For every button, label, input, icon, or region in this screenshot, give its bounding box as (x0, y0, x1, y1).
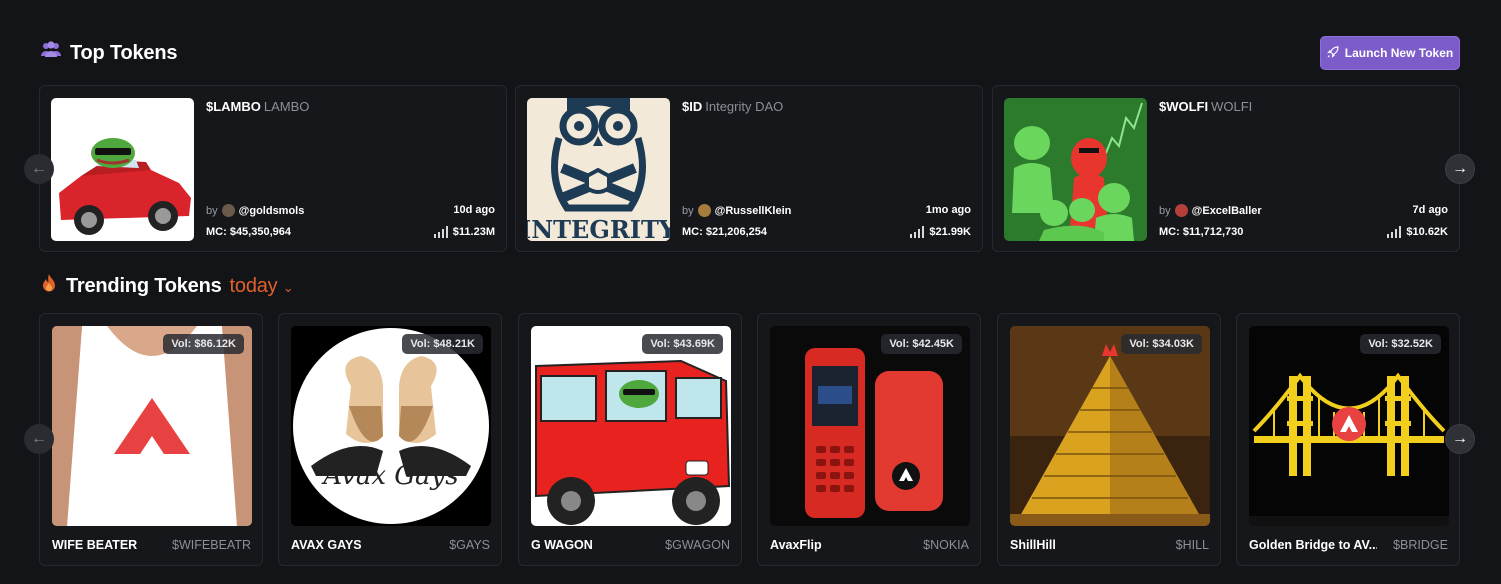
volume-badge: Vol: $86.12K (163, 334, 244, 354)
volume-badge: Vol: $48.21K (402, 334, 483, 354)
volume-badge: Vol: $43.69K (642, 334, 723, 354)
launch-button-label: Launch New Token (1344, 46, 1454, 60)
token-age: 7d ago (1412, 204, 1448, 216)
volume-badge: Vol: $42.45K (881, 334, 962, 354)
trending-token-card[interactable]: Vol: $43.69K G WAGON $GWAGON (518, 313, 742, 566)
creator-line: by @RussellKlein (682, 204, 792, 217)
market-cap: MC: $21,206,254 (682, 226, 767, 238)
fire-icon (40, 273, 58, 299)
creator-line: by @goldsmols (206, 204, 305, 217)
token-ticker: $NOKIA (923, 538, 969, 552)
avatar (1174, 204, 1188, 217)
token-name: ShillHill (1010, 538, 1056, 552)
launch-new-token-button[interactable]: Launch New Token (1320, 36, 1460, 70)
creator-link[interactable]: @goldsmols (239, 205, 305, 217)
creator-line: by @ExcelBaller (1159, 204, 1262, 217)
token-age: 10d ago (453, 204, 495, 216)
token-image: Vol: $43.69K (531, 326, 731, 526)
market-cap: MC: $11,712,730 (1159, 226, 1244, 238)
trending-token-card[interactable]: Vol: $86.12K WIFE BEATER $WIFEBEATR (39, 313, 263, 566)
token-ticker: $BRIDGE (1393, 538, 1448, 552)
volume-badge: Vol: $34.03K (1121, 334, 1202, 354)
users-icon (40, 41, 62, 65)
top-token-card[interactable]: $LAMBO LAMBO by @goldsmols 10d ago MC: $45… (39, 85, 507, 252)
token-name: Golden Bridge to AV... (1249, 538, 1377, 552)
trending-token-card[interactable]: Avax Gays Vol: $48.21K AVAX GAYS $GAYS (278, 313, 502, 566)
page-title: Top Tokens (70, 41, 178, 64)
creator-link[interactable]: @RussellKlein (715, 205, 792, 217)
token-ticker: $ID Integrity DAO (682, 99, 784, 114)
token-ticker: $WIFEBEATR (172, 538, 251, 552)
trending-token-card[interactable]: Vol: $42.45K AvaxFlip $NOKIA (757, 313, 981, 566)
volume-badge: Vol: $32.52K (1360, 334, 1441, 354)
token-volume: $21.99K (910, 226, 971, 238)
token-image (51, 98, 194, 241)
token-image: INTEGRITY (527, 98, 670, 241)
top-tokens-heading: Top Tokens (40, 41, 177, 65)
token-volume: $11.23M (433, 226, 495, 238)
token-image: Vol: $34.03K (1010, 326, 1210, 526)
token-image (1004, 98, 1147, 241)
token-image: Avax Gays Vol: $48.21K (291, 326, 491, 526)
token-name: AVAX GAYS (291, 538, 362, 552)
rocket-icon (1326, 45, 1339, 61)
section-title: Trending Tokens (66, 274, 222, 297)
arrow-left-icon[interactable]: ← (24, 154, 54, 184)
token-ticker: $WOLFI WOLFI (1159, 99, 1253, 114)
token-ticker: $GWAGON (665, 538, 730, 552)
trending-token-card[interactable]: Vol: $34.03K ShillHill $HILL (997, 313, 1221, 566)
top-token-card[interactable]: INTEGRITY $ID Integrity DAO by @RussellKle… (515, 85, 983, 252)
token-image: Vol: $42.45K (770, 326, 970, 526)
arrow-right-icon[interactable]: → (1445, 154, 1475, 184)
token-age: 1mo ago (925, 204, 971, 216)
volume-bars-icon (910, 226, 925, 238)
token-image: Vol: $32.52K (1249, 326, 1449, 526)
market-cap: MC: $45,350,964 (206, 226, 291, 238)
token-volume: $10.62K (1387, 226, 1448, 238)
arrow-left-icon[interactable]: ← (24, 424, 54, 454)
trending-token-card[interactable]: Vol: $32.52K Golden Bridge to AV... $BRI… (1236, 313, 1460, 566)
period-selector[interactable]: today ⌄ (230, 275, 294, 298)
trending-tokens-heading: Trending Tokens today ⌄ (40, 273, 294, 299)
arrow-right-icon[interactable]: → (1445, 424, 1475, 454)
avatar (221, 204, 235, 217)
token-ticker: $GAYS (449, 538, 490, 552)
token-name: WIFE BEATER (52, 538, 138, 552)
token-ticker: $HILL (1175, 538, 1209, 552)
svg-text:INTEGRITY: INTEGRITY (527, 215, 670, 241)
avatar (697, 204, 711, 217)
volume-bars-icon (1387, 226, 1402, 238)
token-name: AvaxFlip (770, 538, 822, 552)
volume-bars-icon (433, 226, 448, 238)
token-image: Vol: $86.12K (52, 326, 252, 526)
token-ticker: $LAMBO LAMBO (206, 99, 310, 114)
token-name: G WAGON (531, 538, 593, 552)
image-caption: Avax Gays (323, 461, 459, 491)
creator-link[interactable]: @ExcelBaller (1192, 205, 1262, 217)
chevron-down-icon: ⌄ (279, 279, 294, 295)
top-token-card[interactable]: $WOLFI WOLFI by @ExcelBaller 7d ago MC: $1… (992, 85, 1460, 252)
